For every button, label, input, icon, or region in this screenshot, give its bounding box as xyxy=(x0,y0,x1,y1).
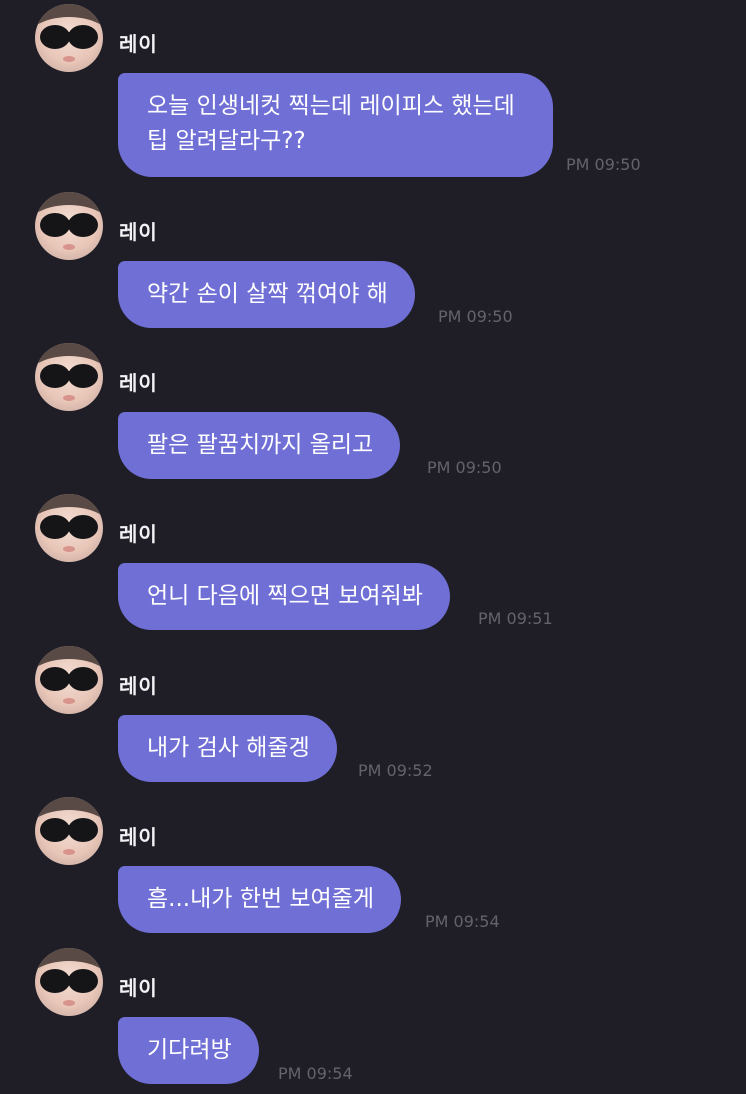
sender-name: 레이 xyxy=(119,825,158,849)
message-bubble[interactable]: 흠...내가 한번 보여줄게 xyxy=(118,866,401,933)
message-group: 레이 오늘 인생네컷 찍는데 레이피스 했는데 팁 알려달라구?? PM 09:… xyxy=(0,4,746,184)
message-bubble[interactable]: 기다려방 xyxy=(118,1017,259,1084)
message-time: PM 09:50 xyxy=(427,458,502,477)
sender-name: 레이 xyxy=(119,976,158,1000)
sender-name: 레이 xyxy=(119,371,158,395)
sunglasses-avatar-icon xyxy=(35,192,103,250)
sender-name: 레이 xyxy=(119,220,158,244)
message-time: PM 09:52 xyxy=(358,761,433,780)
message-group: 레이 기다려방 PM 09:54 xyxy=(0,948,746,1088)
avatar[interactable] xyxy=(35,4,103,72)
message-time: PM 09:54 xyxy=(278,1064,353,1083)
message-group: 레이 내가 검사 해줄겡 PM 09:52 xyxy=(0,646,746,786)
message-group: 레이 언니 다음에 찍으면 보여줘봐 PM 09:51 xyxy=(0,494,746,634)
message-time: PM 09:51 xyxy=(478,609,553,628)
sunglasses-avatar-icon xyxy=(35,343,103,401)
message-time: PM 09:50 xyxy=(438,307,513,326)
message-bubble[interactable]: 팔은 팔꿈치까지 올리고 xyxy=(118,412,401,479)
message-group: 레이 팔은 팔꿈치까지 올리고 PM 09:50 xyxy=(0,343,746,483)
message-time: PM 09:50 xyxy=(566,155,641,174)
sunglasses-avatar-icon xyxy=(35,948,103,1006)
sender-name: 레이 xyxy=(119,32,158,56)
avatar[interactable] xyxy=(35,646,103,714)
message-time: PM 09:54 xyxy=(425,912,500,931)
sender-name: 레이 xyxy=(119,674,158,698)
sunglasses-avatar-icon xyxy=(35,4,103,62)
chat-thread: 레이 오늘 인생네컷 찍는데 레이피스 했는데 팁 알려달라구?? PM 09:… xyxy=(0,0,746,1094)
message-group: 레이 약간 손이 살짝 꺾여야 해 PM 09:50 xyxy=(0,192,746,332)
sunglasses-avatar-icon xyxy=(35,494,103,552)
avatar[interactable] xyxy=(35,797,103,865)
avatar[interactable] xyxy=(35,343,103,411)
sunglasses-avatar-icon xyxy=(35,646,103,704)
avatar[interactable] xyxy=(35,494,103,562)
message-bubble[interactable]: 언니 다음에 찍으면 보여줘봐 xyxy=(118,563,450,630)
message-group: 레이 흠...내가 한번 보여줄게 PM 09:54 xyxy=(0,797,746,937)
message-bubble[interactable]: 약간 손이 살짝 꺾여야 해 xyxy=(118,261,415,328)
message-bubble[interactable]: 내가 검사 해줄겡 xyxy=(118,715,337,782)
avatar[interactable] xyxy=(35,192,103,260)
sunglasses-avatar-icon xyxy=(35,797,103,855)
avatar[interactable] xyxy=(35,948,103,1016)
sender-name: 레이 xyxy=(119,522,158,546)
message-bubble[interactable]: 오늘 인생네컷 찍는데 레이피스 했는데 팁 알려달라구?? xyxy=(118,73,553,177)
